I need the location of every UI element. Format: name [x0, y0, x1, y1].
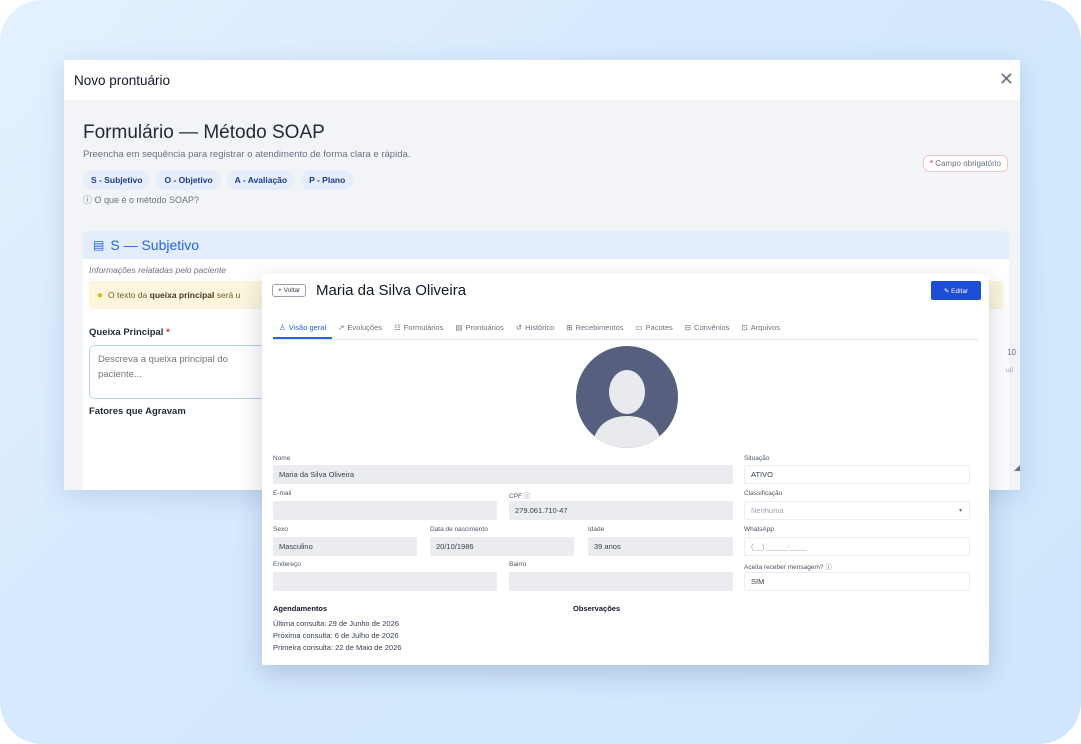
avatar [576, 346, 678, 448]
form-title: Formulário — Método SOAP [83, 122, 325, 143]
person-silhouette-icon [592, 370, 662, 448]
schedule-line: Última consulta: 29 de Junho de 2026 [273, 619, 399, 628]
card-icon: ⊟ [684, 323, 692, 332]
cpf-label: CPF ⓘ [509, 493, 531, 500]
section-header-subjetivo[interactable]: ▤ S — Subjetivo [83, 231, 1009, 259]
tab-label: Pacotes [645, 323, 673, 332]
classificacao-select[interactable]: Nenhuma ▾ [744, 501, 970, 520]
bairro-field[interactable] [509, 572, 733, 591]
observacoes-title: Observações [573, 604, 621, 613]
back-button[interactable]: + Voltar [272, 284, 307, 297]
cpf-field[interactable]: 279.061.710-47 [509, 501, 733, 520]
tab-label: Prontuários [465, 323, 504, 332]
modal-header: Novo prontuário ✕ [64, 60, 1020, 100]
list-icon: ☷ [394, 323, 401, 332]
tab-evolucoes[interactable]: ↗ Evoluções [332, 318, 388, 339]
tab-recebimentos[interactable]: ⊞ Recebimentos [560, 318, 629, 339]
patient-tabs: ♙ Visão geral ↗ Evoluções ☷ Formulários ▤ Pr… [273, 318, 978, 340]
queixa-input[interactable] [89, 345, 269, 399]
comment-icon: ▤ [93, 238, 105, 252]
aceita-mensagem-field[interactable]: SIM [744, 572, 970, 591]
idade-field[interactable]: 39 anos [588, 537, 733, 556]
soap-tabs: S - Subjetivo O - Objetivo A - Avaliação… [83, 170, 354, 190]
chevron-down-icon: ▾ [958, 508, 962, 514]
soap-tab-plano[interactable]: P - Plano [301, 170, 354, 190]
required-star-icon: * [166, 327, 170, 338]
tab-formularios[interactable]: ☷ Formulários [388, 318, 449, 339]
nome-field[interactable]: Maria da Silva Oliveira [273, 465, 733, 484]
tab-arquivos[interactable]: ⊡ Arquivos [736, 318, 786, 339]
situacao-label: Situação [744, 455, 770, 462]
soap-tab-avaliacao[interactable]: A - Avaliação [226, 170, 296, 190]
tab-convenios[interactable]: ⊟ Convênios [679, 318, 736, 339]
aceita-mensagem-label: Aceita receber mensagem? ⓘ [744, 564, 832, 571]
bairro-label: Bairro [509, 561, 527, 568]
nome-label: Nome [273, 455, 291, 462]
form-subtitle: Preencha em sequência para registrar o a… [83, 149, 411, 160]
required-badge-text: Campo obrigatório [935, 159, 1001, 168]
history-icon: ↺ [515, 323, 523, 332]
classificacao-label: Classificação [744, 490, 783, 497]
warning-suffix: será u [216, 290, 241, 300]
endereco-label: Endereço [273, 561, 301, 568]
sexo-field[interactable]: Masculino [273, 537, 417, 556]
patient-card: + Voltar Maria da Silva Oliveira ✎ Edita… [262, 274, 989, 665]
right-small-text: uíl [1006, 367, 1013, 374]
warning-prefix: O texto da [108, 290, 148, 300]
soap-help-link[interactable]: ⓘ O que é o método SOAP? [83, 193, 199, 206]
idade-label: Idade [588, 526, 605, 533]
warning-bold: queixa principal [149, 290, 215, 300]
tab-label: Visão geral [288, 323, 327, 332]
email-label: E-mail [273, 490, 292, 497]
queixa-label-text: Queixa Principal [89, 327, 164, 338]
tab-label: Evoluções [347, 323, 383, 332]
payment-icon: ⊞ [566, 323, 573, 332]
right-number: 10 [1007, 348, 1016, 357]
nascimento-label: Data de nascimento [430, 526, 488, 533]
package-icon: ▭ [635, 323, 643, 332]
classificacao-value: Nenhuma [751, 506, 784, 515]
bulb-icon: ● [97, 289, 104, 301]
nascimento-field[interactable]: 20/10/1986 [430, 537, 574, 556]
fatores-label: Fatores que Agravam [89, 406, 186, 417]
schedule-line: Próxima consulta: 6 de Julho de 2026 [273, 631, 399, 640]
modal-title: Novo prontuário [74, 72, 171, 88]
tab-pacotes[interactable]: ▭ Pacotes [630, 318, 679, 339]
required-star-icon: * [929, 159, 933, 168]
user-icon: ♙ [279, 323, 286, 332]
section-note: Informações relatadas pelo paciente [89, 265, 227, 275]
queixa-label: Queixa Principal * [89, 327, 170, 338]
tab-historico[interactable]: ↺ Histórico [510, 318, 560, 339]
situacao-field[interactable]: ATIVO [744, 465, 970, 484]
patient-name: Maria da Silva Oliveira [316, 282, 467, 299]
email-field[interactable] [273, 501, 497, 520]
agendamentos-title: Agendamentos [273, 604, 328, 613]
edit-button[interactable]: ✎ Editar [931, 281, 981, 300]
soap-tab-subjetivo[interactable]: S - Subjetivo [83, 170, 151, 190]
whatsapp-label: WhatsApp [744, 526, 774, 533]
tab-label: Arquivos [750, 323, 780, 332]
close-icon[interactable]: ✕ [999, 70, 1014, 88]
resize-handle-icon[interactable]: ◢ [1014, 463, 1020, 472]
whatsapp-field[interactable]: (__) _____-____ [744, 537, 970, 556]
sexo-label: Sexo [273, 526, 288, 533]
document-icon: ▤ [455, 323, 463, 332]
tab-label: Convênios [694, 323, 730, 332]
required-field-badge: * Campo obrigatório [922, 155, 1008, 172]
schedule-line: Primeira consulta: 22 de Maio de 2026 [273, 643, 402, 652]
trend-icon: ↗ [338, 323, 345, 332]
section-title: S — Subjetivo [110, 237, 200, 253]
tab-label: Recebimentos [575, 323, 624, 332]
tab-label: Formulários [403, 323, 444, 332]
tab-label: Histórico [525, 323, 555, 332]
endereco-field[interactable] [273, 572, 497, 591]
soap-tab-objetivo[interactable]: O - Objetivo [156, 170, 221, 190]
tab-prontuarios[interactable]: ▤ Prontuários [449, 318, 509, 339]
folder-icon: ⊡ [741, 323, 748, 332]
tab-visao-geral[interactable]: ♙ Visão geral [273, 318, 333, 339]
